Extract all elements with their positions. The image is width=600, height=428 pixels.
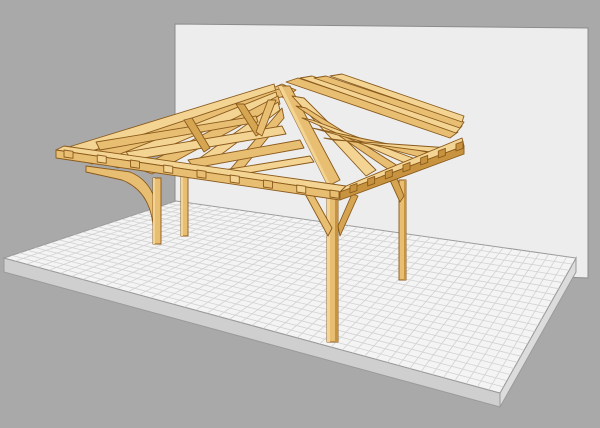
rafter-tail <box>229 174 240 184</box>
rafter-tail <box>196 169 207 179</box>
timber-pergola-3d-model <box>2 23 589 409</box>
rafter-tail <box>96 154 107 164</box>
post-front-corner <box>326 191 339 343</box>
post-back-left <box>180 175 189 237</box>
rafter-tail <box>63 149 74 159</box>
rafter-tail <box>263 179 273 189</box>
rafter-tail <box>163 164 174 174</box>
rafter-tail <box>329 189 340 199</box>
rafter-tail <box>296 184 307 194</box>
post-front-left <box>152 177 162 245</box>
rafter-tail <box>130 159 140 169</box>
